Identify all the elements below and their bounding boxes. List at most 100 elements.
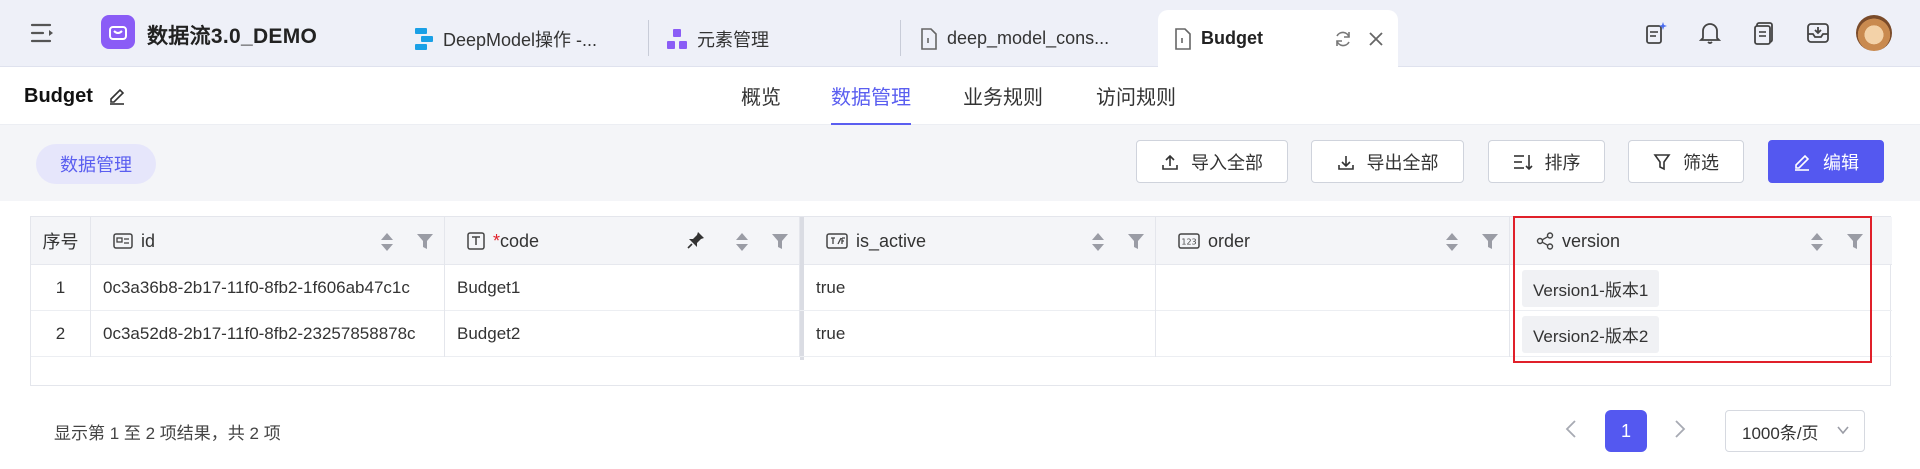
tab-deepmodel[interactable]: DeepModel操作 -...	[414, 10, 597, 67]
cell-id[interactable]: 0c3a36b8-2b17-11f0-8fb2-1f606ab47c1c	[91, 265, 445, 311]
cell-id[interactable]: 0c3a52d8-2b17-11f0-8fb2-23257858878c	[91, 311, 445, 357]
header-version-label: version	[1562, 230, 1621, 251]
tab-deep-model-cons[interactable]: deep_model_cons...	[920, 10, 1109, 67]
tab-label: deep_model_cons...	[947, 28, 1110, 48]
cell-index: 2	[31, 311, 91, 357]
header-code[interactable]: * code	[445, 217, 800, 265]
top-bar: 数据流3.0_DEMO DeepModel操作 -... 元素管理 deep_m…	[0, 0, 1920, 67]
nav-tab-access-rules[interactable]: 访问规则	[1096, 81, 1176, 123]
header-index: 序号	[31, 217, 91, 265]
cell-order[interactable]	[1156, 265, 1510, 311]
cell-is-active[interactable]: true	[804, 311, 1156, 357]
document-icon	[1174, 27, 1192, 50]
header-id-label: id	[141, 230, 156, 251]
sort-button[interactable]: 排序	[1488, 140, 1605, 183]
upload-icon	[1161, 153, 1179, 171]
edit-button[interactable]: 编辑	[1768, 140, 1884, 183]
sort-caret-icon[interactable]	[1445, 231, 1459, 253]
hierarchy-icon	[666, 28, 688, 50]
page-number-button[interactable]: 1	[1605, 410, 1647, 452]
header-order[interactable]: 123 order	[1156, 217, 1510, 265]
number-field-icon: 123	[1178, 233, 1200, 249]
ai-assistant-icon[interactable]	[1643, 20, 1669, 46]
page-header: Budget 概览 数据管理 业务规则 访问规则	[0, 67, 1920, 126]
edit-label: 编辑	[1823, 152, 1859, 173]
cell-index: 1	[31, 265, 91, 311]
import-all-button[interactable]: 导入全部	[1136, 140, 1288, 183]
app-name: 数据流3.0_DEMO	[147, 25, 318, 48]
column-filter-icon[interactable]	[1846, 233, 1864, 250]
svg-text:123: 123	[1181, 238, 1196, 247]
boolean-icon	[826, 233, 848, 249]
tab-element-management[interactable]: 元素管理	[666, 10, 769, 67]
required-mark: *	[493, 230, 501, 251]
page-size-select[interactable]: 1000条/页	[1725, 410, 1865, 452]
document-icon	[920, 27, 938, 50]
header-is-active[interactable]: is_active	[804, 217, 1156, 265]
column-filter-icon[interactable]	[1127, 233, 1145, 250]
table-row[interactable]: 1 0c3a36b8-2b17-11f0-8fb2-1f606ab47c1c B…	[31, 265, 1892, 311]
tab-label: 元素管理	[697, 29, 769, 50]
filter-icon	[1653, 153, 1671, 171]
sort-caret-icon[interactable]	[1091, 231, 1105, 253]
sort-caret-icon[interactable]	[735, 231, 749, 253]
sort-icon	[1513, 153, 1533, 171]
app-logo	[101, 15, 135, 49]
header-version[interactable]: version	[1510, 217, 1892, 265]
data-table: 序号 id * code is_active 123 order version…	[30, 216, 1892, 386]
next-page-icon[interactable]	[1674, 419, 1686, 439]
tab-budget[interactable]: Budget	[1158, 10, 1398, 67]
nav-tab-data-management[interactable]: 数据管理	[831, 81, 911, 126]
nav-tab-overview[interactable]: 概览	[741, 81, 781, 123]
sort-caret-icon[interactable]	[380, 231, 394, 253]
version-tag: Version2-版本2	[1522, 315, 1660, 353]
download-icon	[1337, 153, 1355, 171]
cell-order[interactable]	[1156, 311, 1510, 357]
column-filter-icon[interactable]	[416, 233, 434, 250]
pencil-icon	[1793, 153, 1811, 171]
column-filter-icon[interactable]	[1481, 233, 1499, 250]
filter-label: 筛选	[1683, 152, 1719, 173]
cell-version[interactable]: Version1-版本1	[1510, 265, 1892, 311]
tab-divider	[900, 20, 901, 56]
cell-code[interactable]: Budget2	[445, 311, 800, 357]
export-all-button[interactable]: 导出全部	[1311, 140, 1464, 183]
page-title: Budget	[24, 85, 93, 107]
cell-code[interactable]: Budget1	[445, 265, 800, 311]
header-order-label: order	[1208, 230, 1251, 251]
pin-icon[interactable]	[687, 231, 705, 249]
prev-page-icon[interactable]	[1565, 419, 1577, 439]
data-management-chip[interactable]: 数据管理	[36, 144, 156, 184]
tab-label: Budget	[1201, 28, 1263, 48]
table-header: 序号 id * code is_active 123 order version	[31, 217, 1892, 265]
cell-is-active[interactable]: true	[804, 265, 1156, 311]
header-index-label: 序号	[42, 232, 79, 252]
id-card-icon	[113, 233, 133, 249]
sort-caret-icon[interactable]	[1810, 231, 1824, 253]
chevron-down-icon	[1836, 423, 1850, 437]
filter-button[interactable]: 筛选	[1628, 140, 1744, 183]
toolbar: 数据管理 导入全部 导出全部 排序 筛选 编辑	[0, 125, 1920, 201]
nav-tab-business-rules[interactable]: 业务规则	[963, 81, 1043, 123]
notes-icon[interactable]	[1751, 20, 1777, 46]
import-all-label: 导入全部	[1191, 152, 1263, 173]
version-tag: Version1-版本1	[1522, 269, 1660, 307]
menu-toggle-icon[interactable]	[30, 22, 58, 44]
header-code-label: code	[500, 230, 540, 251]
flow-icon	[414, 27, 434, 51]
close-icon[interactable]	[1368, 31, 1384, 47]
refresh-icon[interactable]	[1334, 30, 1352, 48]
export-all-label: 导出全部	[1366, 152, 1439, 173]
share-link-icon	[1536, 232, 1554, 250]
cell-version[interactable]: Version2-版本2	[1510, 311, 1892, 357]
tab-label: DeepModel操作 -...	[443, 29, 598, 50]
page-size-value: 1000条/页	[1742, 423, 1819, 443]
edit-title-icon[interactable]	[108, 87, 126, 105]
column-filter-icon[interactable]	[771, 233, 789, 250]
download-box-icon[interactable]	[1805, 20, 1831, 46]
bell-icon[interactable]	[1697, 20, 1723, 46]
text-field-icon	[467, 232, 485, 250]
user-avatar[interactable]	[1856, 15, 1892, 51]
table-row[interactable]: 2 0c3a52d8-2b17-11f0-8fb2-23257858878c B…	[31, 311, 1892, 357]
header-id[interactable]: id	[91, 217, 445, 265]
